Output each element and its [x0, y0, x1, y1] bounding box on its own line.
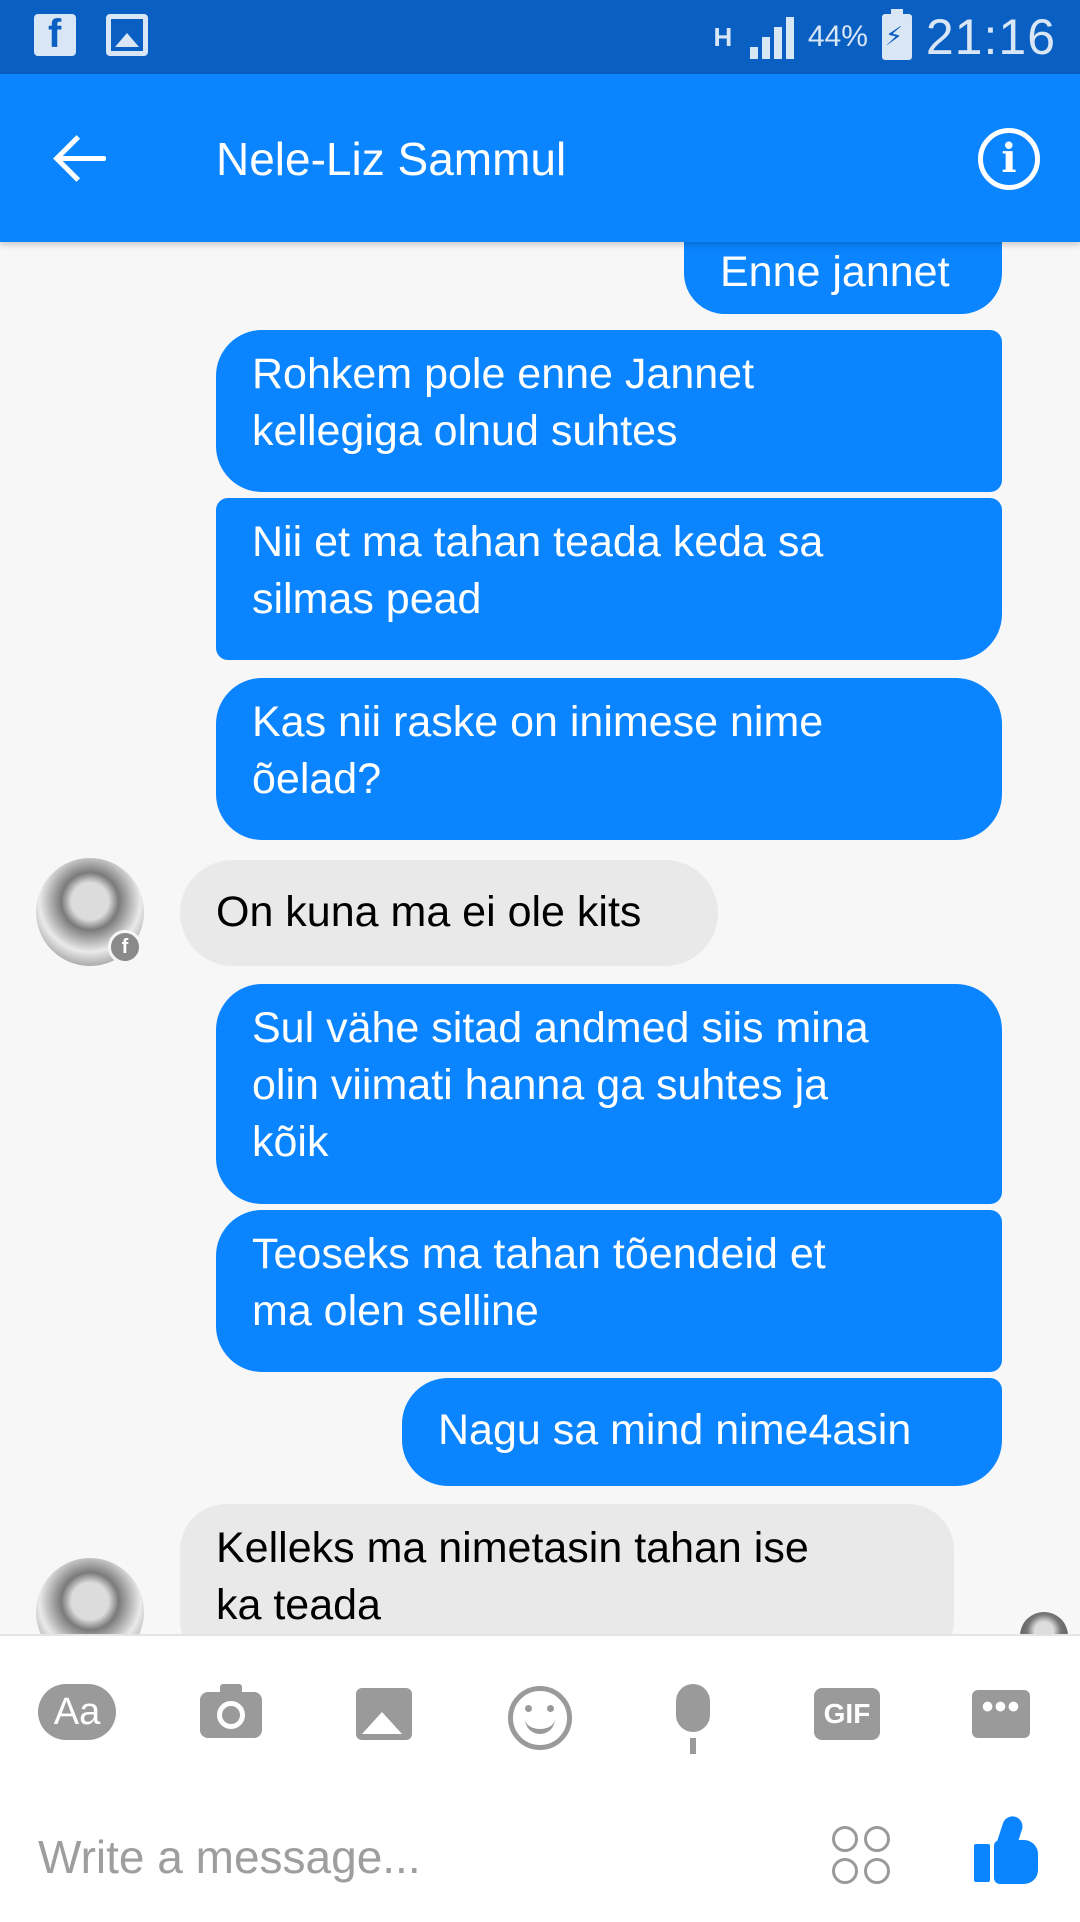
- incoming-message[interactable]: On kuna ma ei ole kits: [180, 860, 718, 966]
- facebook-notification-icon: [34, 12, 76, 57]
- message-text: Kas nii raske on inimese nime õelad?: [252, 698, 824, 803]
- message-text: Teoseks ma tahan tõendeid et ma olen sel…: [252, 1230, 826, 1335]
- outgoing-message[interactable]: Enne jannet: [684, 242, 1002, 314]
- battery-percentage: 44%: [807, 20, 868, 53]
- outgoing-message[interactable]: Teoseks ma tahan tõendeid et ma olen sel…: [216, 1210, 1002, 1372]
- network-type-indicator: H: [713, 22, 733, 52]
- gallery-icon[interactable]: [356, 1688, 412, 1740]
- clock: 21:16: [925, 9, 1056, 65]
- status-bar: H 44% 21:16: [0, 0, 1080, 74]
- message-input[interactable]: [36, 1816, 800, 1898]
- message-text: Nagu sa mind nime4asin: [438, 1406, 912, 1454]
- outgoing-message[interactable]: Rohkem pole enne Jannet kellegiga olnud …: [216, 330, 1002, 492]
- message-text: Nii et ma tahan teada keda sa silmas pea…: [252, 518, 824, 623]
- message-text: Enne jannet: [720, 248, 950, 296]
- thumbs-up-icon[interactable]: [974, 1813, 1040, 1886]
- outgoing-message[interactable]: Nii et ma tahan teada keda sa silmas pea…: [216, 498, 1002, 660]
- contact-avatar[interactable]: f: [36, 858, 144, 966]
- image-notification-icon: [106, 14, 148, 56]
- outgoing-message[interactable]: Kas nii raske on inimese nime õelad?: [216, 678, 1002, 840]
- gif-icon[interactable]: GIF: [814, 1688, 880, 1740]
- contact-avatar[interactable]: [36, 1558, 144, 1634]
- message-composer: Aa GIF •••: [0, 1634, 1080, 1922]
- info-icon[interactable]: i: [978, 128, 1040, 190]
- facebook-badge-icon: f: [108, 930, 142, 964]
- emoji-icon[interactable]: [508, 1686, 572, 1750]
- microphone-icon[interactable]: [676, 1684, 710, 1754]
- outgoing-message[interactable]: Sul vähe sitad andmed siis mina olin vii…: [216, 984, 1002, 1204]
- camera-icon[interactable]: [200, 1684, 262, 1738]
- message-text: On kuna ma ei ole kits: [216, 888, 642, 936]
- conversation-header: Nele-Liz Sammul i: [0, 74, 1080, 242]
- system-indicators: H 44% 21:16: [710, 4, 1056, 70]
- text-format-icon[interactable]: Aa: [38, 1684, 116, 1740]
- notification-icons: [34, 12, 148, 57]
- battery-charging-icon: [881, 9, 912, 60]
- back-arrow-icon[interactable]: [50, 126, 114, 190]
- read-receipt-avatar: [1020, 1612, 1068, 1634]
- message-list[interactable]: Enne jannet Rohkem pole enne Jannet kell…: [0, 242, 1080, 1634]
- message-text: Kelleks ma nimetasin tahan ise ka teada: [216, 1524, 809, 1629]
- more-options-icon[interactable]: •••: [972, 1690, 1030, 1738]
- incoming-message[interactable]: Kelleks ma nimetasin tahan ise ka teada: [180, 1504, 954, 1634]
- outgoing-message[interactable]: Nagu sa mind nime4asin: [402, 1378, 1002, 1486]
- contact-name[interactable]: Nele-Liz Sammul: [216, 132, 566, 186]
- message-text: Rohkem pole enne Jannet kellegiga olnud …: [252, 350, 755, 455]
- signal-strength-icon: [749, 15, 794, 59]
- message-text: Sul vähe sitad andmed siis mina olin vii…: [252, 1004, 869, 1166]
- sticker-icon[interactable]: [832, 1826, 894, 1888]
